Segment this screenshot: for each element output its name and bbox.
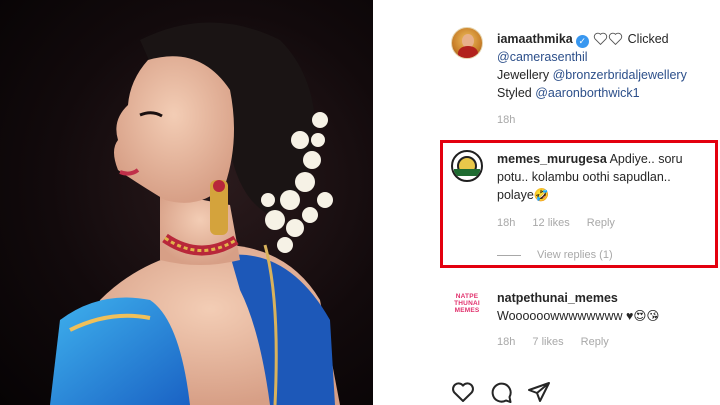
comment-meta: 18h 12 likes Reply [497,217,629,229]
view-replies-label: View replies (1) [537,249,613,261]
comment-username[interactable]: memes_murugesa [497,152,607,166]
comment-text: Woooooowwwwwwww ♥😍😘 [497,309,660,323]
author-avatar[interactable] [451,27,483,59]
share-icon[interactable] [527,381,551,403]
caption-prefix: Jewellery [497,68,553,82]
view-replies-button[interactable]: View replies (1) [497,249,613,261]
comments-panel: iamaathmika ✓ Clicked @camerasenthil Jewe… [373,0,720,405]
post-timestamp[interactable]: 18h [497,114,515,126]
comment-username[interactable]: natpethunai_memes [497,291,618,305]
commenter-avatar[interactable]: NATPE THUNAI MEMES [451,288,483,320]
post-caption: iamaathmika ✓ Clicked @camerasenthil Jewe… [497,30,715,102]
white-heart-icon [609,32,623,45]
mention-link[interactable]: @camerasenthil [497,50,588,64]
caption-line: @camerasenthil [497,48,715,66]
avatar-band [454,169,480,176]
reply-button[interactable]: Reply [587,217,615,229]
avatar-text: MEMES [454,307,480,314]
avatar-text: NATPE [455,293,479,300]
mention-link[interactable]: @bronzerbridaljewellery [553,68,687,82]
comment-likes[interactable]: 7 likes [532,336,563,348]
replies-divider [497,254,521,256]
comment-icon[interactable] [489,381,513,403]
heart-icon[interactable] [451,381,475,403]
comment-body: memes_murugesa Apdiye.. soru potu.. kola… [497,150,697,204]
comment-timestamp[interactable]: 18h [497,217,515,229]
caption-first-line: iamaathmika ✓ Clicked [497,30,715,48]
comment-body: natpethunai_memes Woooooowwwwwwww ♥😍😘 [497,289,707,325]
mention-link[interactable]: @aaronborthwick1 [535,86,639,100]
comment-likes[interactable]: 12 likes [532,217,569,229]
caption-line: Jewellery @bronzerbridaljewellery [497,66,715,84]
caption-text: Clicked [627,32,669,46]
verified-badge-icon: ✓ [575,35,589,48]
white-heart-icon [594,32,608,45]
action-bar [451,381,551,403]
comment-meta: 18h 7 likes Reply [497,336,623,348]
commenter-avatar[interactable] [451,150,483,182]
author-username[interactable]: iamaathmika [497,32,573,46]
caption-line: Styled @aaronborthwick1 [497,84,715,102]
avatar-text: THUNAI [454,300,480,307]
post-photo[interactable] [0,0,373,405]
post-image-illustration [50,22,340,405]
avatar-body [458,46,478,58]
caption-prefix: Styled [497,86,536,100]
comment-timestamp[interactable]: 18h [497,336,515,348]
reply-button[interactable]: Reply [581,336,609,348]
